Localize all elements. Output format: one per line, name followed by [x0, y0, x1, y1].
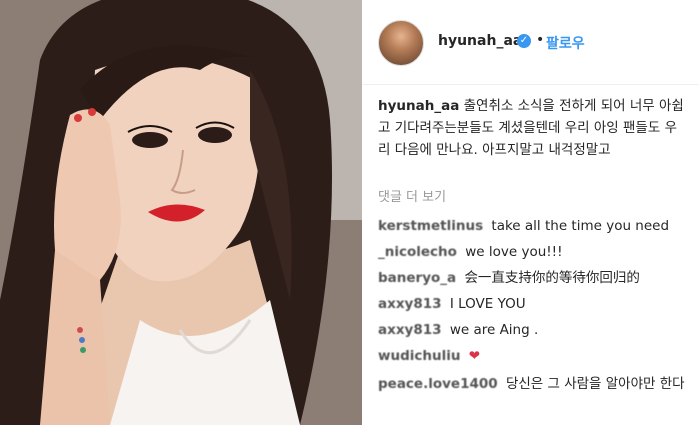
- separator-dot: •: [536, 32, 545, 48]
- comment-username[interactable]: wudichuliu: [378, 348, 460, 364]
- post-caption: hyunah_aa 출연취소 소식을 전하게 되어 너무 아쉽고 기다려주는분들…: [378, 95, 688, 161]
- comment-username[interactable]: _nicolecho: [378, 244, 457, 260]
- comment-item: baneryo_a 会一直支持你的等待你回归的: [378, 268, 693, 288]
- comment-text: 会一直支持你的等待你回归的: [464, 270, 640, 286]
- heart-icon: ❤: [468, 348, 481, 364]
- avatar[interactable]: [378, 20, 424, 66]
- portrait-image: [0, 0, 362, 425]
- comment-username[interactable]: axxy813: [378, 296, 442, 312]
- post-sidebar: hyunah_aa ✓ • 팔로우 hyunah_aa 출연취소 소식을 전하게…: [362, 0, 699, 425]
- comment-text: 당신은 그 사람을 알아야만 한다: [505, 376, 685, 392]
- view-more-comments-link[interactable]: 댓글 더 보기: [378, 186, 446, 205]
- comment-text: take all the time you need: [491, 218, 670, 234]
- caption-username[interactable]: hyunah_aa: [378, 98, 459, 114]
- comment-username[interactable]: axxy813: [378, 322, 442, 338]
- comment-item: axxy813 I LOVE YOU: [378, 294, 693, 314]
- comment-text: I LOVE YOU: [449, 296, 526, 312]
- post-header: hyunah_aa ✓ • 팔로우: [362, 0, 699, 85]
- comment-text: we are Aing .: [449, 322, 539, 338]
- comment-username[interactable]: baneryo_a: [378, 270, 456, 286]
- header-username[interactable]: hyunah_aa: [438, 33, 522, 49]
- post-photo: [0, 0, 362, 425]
- verified-badge-icon: ✓: [517, 34, 531, 48]
- comment-item: _nicolecho we love you!!!: [378, 242, 693, 262]
- comment-item: peace.love1400 당신은 그 사람을 알아야만 한다: [378, 374, 693, 394]
- comment-item: kerstmetlinus take all the time you need: [378, 216, 693, 236]
- follow-button[interactable]: 팔로우: [546, 33, 585, 53]
- comment-item: wudichuliu ❤: [378, 346, 693, 366]
- comment-text: we love you!!!: [465, 244, 563, 260]
- comment-username[interactable]: peace.love1400: [378, 376, 498, 392]
- comment-item: axxy813 we are Aing .: [378, 320, 693, 340]
- comment-username[interactable]: kerstmetlinus: [378, 218, 483, 234]
